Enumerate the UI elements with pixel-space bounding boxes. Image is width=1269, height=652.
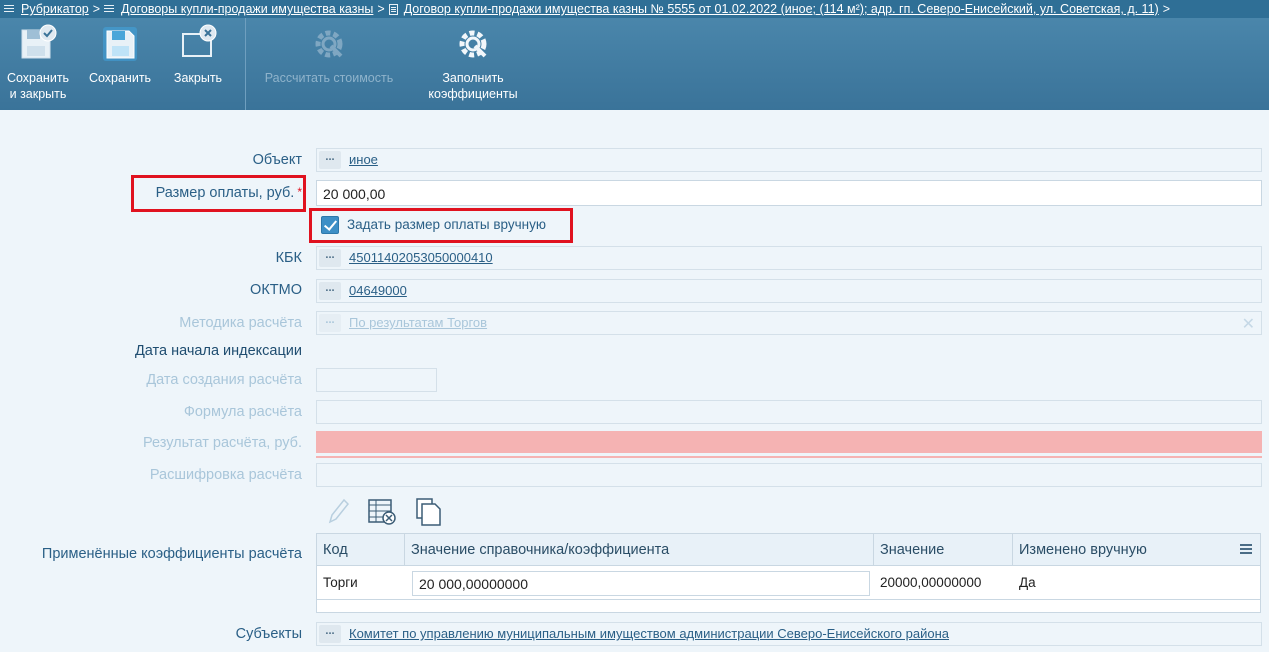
fill-coefficients-button[interactable]: Заполнить коэффициенты — [418, 18, 528, 110]
method-field: ... По результатам Торгов ✕ — [316, 311, 1262, 335]
object-field[interactable]: ... иное — [316, 148, 1262, 172]
payment-label: Размер оплаты, руб. * — [156, 185, 302, 201]
breadcrumb-link-contracts[interactable]: Договоры купли-продажи имущества казны — [121, 2, 373, 16]
decoding-field — [316, 463, 1262, 487]
calculate-cost-button[interactable]: Рассчитать стоимость — [255, 18, 403, 110]
kbk-field[interactable]: ... 45011402053050000410 — [316, 246, 1262, 270]
coefficients-label: Применённые коэффициенты расчёта — [41, 546, 302, 562]
formula-field — [316, 400, 1262, 424]
decoding-label: Расшифровка расчёта — [149, 467, 302, 483]
column-header-ref-value[interactable]: Значение справочника/коэффициента — [405, 534, 874, 566]
save-check-icon — [21, 24, 57, 59]
save-and-close-label-2: и закрыть — [9, 87, 67, 101]
oktmo-link[interactable]: 04649000 — [349, 283, 407, 298]
column-header-code[interactable]: Код — [317, 534, 405, 566]
calc-created-date-label: Дата создания расчёта — [146, 372, 302, 388]
kbk-label: КБК — [275, 250, 302, 266]
breadcrumb-separator: > — [377, 2, 385, 16]
ref-value-input[interactable]: 20 000,00000000 — [412, 571, 870, 596]
calc-created-date-field — [316, 368, 437, 392]
edit-pencil-icon[interactable] — [324, 496, 350, 526]
gear-wrench-icon — [459, 30, 487, 58]
kbk-link[interactable]: 45011402053050000410 — [349, 250, 493, 265]
cell-value: 20000,00000000 — [880, 575, 982, 590]
save-label: Сохранить — [88, 71, 152, 85]
manual-payment-checkbox-label[interactable]: Задать размер оплаты вручную — [347, 217, 546, 232]
gear-wrench-icon — [315, 30, 343, 58]
table-header: Код Значение справочника/коэффициента Зн… — [317, 534, 1260, 566]
subjects-link[interactable]: Комитет по управлению муниципальным имущ… — [349, 626, 949, 641]
subjects-label: Субъекты — [235, 626, 302, 642]
list-icon — [104, 4, 115, 15]
document-icon — [388, 3, 398, 15]
close-label: Закрыть — [173, 71, 223, 85]
breadcrumb-separator: > — [1162, 2, 1171, 16]
result-field-underline — [316, 456, 1262, 458]
toolbar-divider — [245, 18, 246, 110]
subjects-picker-button[interactable]: ... — [319, 625, 341, 643]
table-delete-icon[interactable] — [366, 496, 398, 526]
close-window-icon — [182, 24, 217, 57]
required-mark: * — [297, 185, 302, 199]
save-and-close-label-1: Сохранить — [6, 71, 70, 85]
method-label: Методика расчёта — [179, 315, 302, 331]
object-label: Объект — [252, 152, 302, 168]
breadcrumb-separator: > — [92, 2, 101, 16]
clear-icon: ✕ — [1241, 316, 1255, 333]
coefficients-table: Код Значение справочника/коэффициента Зн… — [316, 533, 1261, 613]
cell-code: Торги — [323, 575, 358, 590]
save-and-close-button[interactable]: Сохранить и закрыть — [0, 18, 76, 110]
manual-payment-checkbox[interactable] — [321, 216, 339, 234]
formula-label: Формула расчёта — [183, 404, 302, 420]
indexation-date-label: Дата начала индексации — [134, 343, 302, 359]
column-header-manual[interactable]: Изменено вручную — [1013, 534, 1260, 566]
save-button[interactable]: Сохранить — [84, 18, 156, 110]
result-field — [316, 431, 1262, 453]
subjects-field[interactable]: ... Комитет по управлению муниципальным … — [316, 622, 1262, 646]
oktmo-picker-button[interactable]: ... — [319, 282, 341, 300]
close-button[interactable]: Закрыть — [166, 18, 230, 110]
fill-coefficients-label-2: коэффициенты — [428, 87, 518, 101]
payment-amount-input[interactable]: 20 000,00 — [316, 180, 1262, 206]
cell-manual: Да — [1019, 575, 1036, 590]
breadcrumb-link-rubricator[interactable]: Рубрикатор — [21, 2, 89, 16]
oktmo-label: ОКТМО — [250, 282, 302, 298]
object-link[interactable]: иное — [349, 152, 378, 167]
kbk-picker-button[interactable]: ... — [319, 249, 341, 267]
copy-icon[interactable] — [413, 496, 443, 526]
result-label: Результат расчёта, руб. — [142, 435, 302, 451]
oktmo-field[interactable]: ... 04649000 — [316, 279, 1262, 303]
method-link: По результатам Торгов — [349, 315, 488, 330]
calculate-cost-label: Рассчитать стоимость — [264, 71, 394, 85]
method-picker-button: ... — [319, 314, 341, 332]
breadcrumb-link-contract[interactable]: Договор купли-продажи имущества казны № … — [404, 2, 1159, 16]
save-icon — [103, 27, 137, 61]
list-icon — [4, 4, 15, 15]
column-menu-icon[interactable] — [1240, 544, 1252, 555]
payment-label-text: Размер оплаты, руб. — [155, 185, 295, 201]
object-picker-button[interactable]: ... — [319, 151, 341, 169]
toolbar: Сохранить и закрыть Сохранить Закрыть Рас… — [0, 18, 1269, 110]
breadcrumb: Рубрикатор > Договоры купли-продажи имущ… — [0, 0, 1269, 18]
fill-coefficients-label-1: Заполнить — [442, 71, 504, 85]
column-header-value[interactable]: Значение — [874, 534, 1013, 566]
